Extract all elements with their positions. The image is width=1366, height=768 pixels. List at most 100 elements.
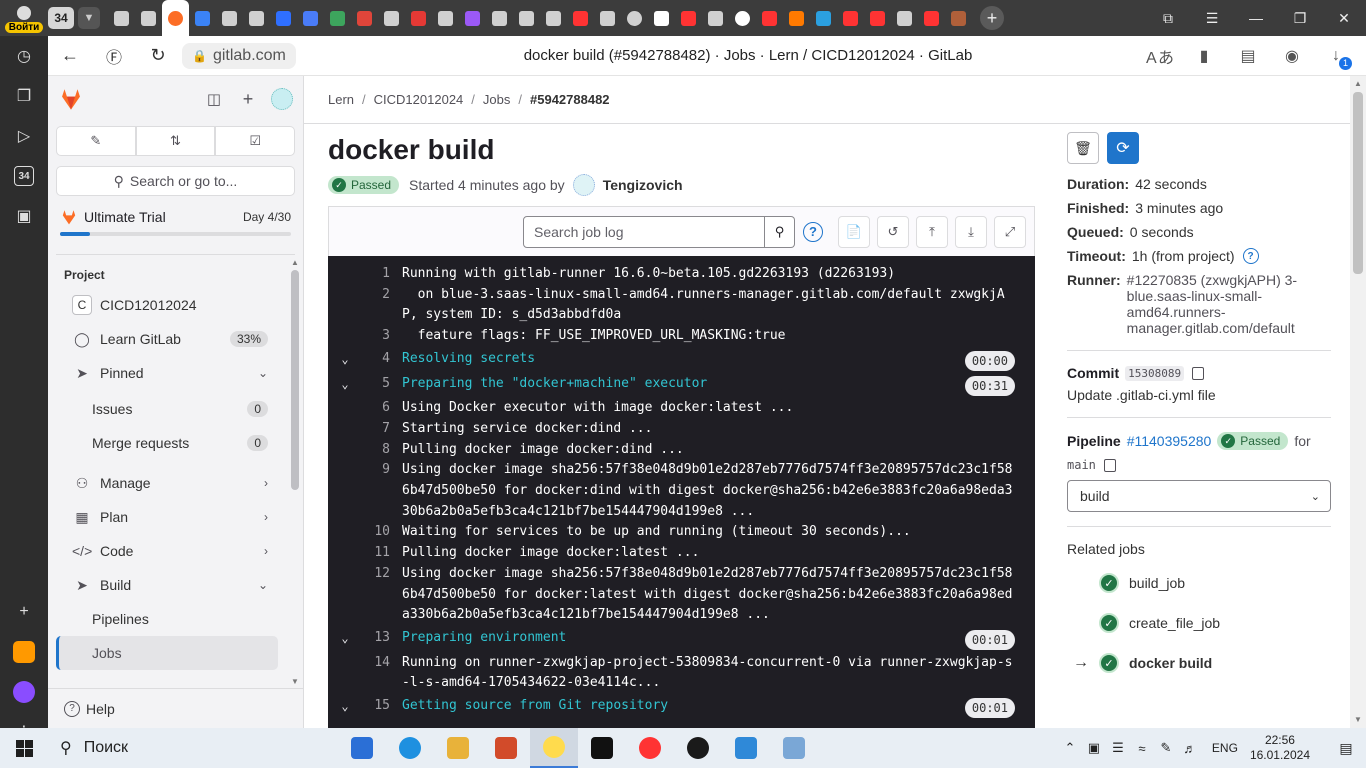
create-new-icon[interactable]: + (237, 88, 259, 110)
timeout-help-icon[interactable]: ? (1242, 248, 1259, 264)
wrap-lines-icon[interactable]: ↺ (877, 215, 909, 248)
line-number[interactable]: 6 (362, 398, 402, 419)
search-button[interactable]: ⚲ Search or go to... (56, 166, 295, 196)
browser-tab-favicon-icon[interactable] (567, 0, 594, 36)
screenshot-icon[interactable]: ▣ (0, 196, 48, 236)
breadcrumb-project[interactable]: CICD12012024 (374, 92, 464, 107)
line-number[interactable]: 2 (362, 285, 402, 326)
line-number[interactable]: 4 (362, 349, 402, 370)
play-icon[interactable]: ▷ (0, 116, 48, 156)
related-job-build-job[interactable]: ✓ build_job (1067, 563, 1350, 603)
back-icon[interactable]: ← (48, 36, 92, 76)
browser-tab-favicon-icon[interactable] (837, 0, 864, 36)
start-button[interactable] (0, 728, 48, 768)
close-window-icon[interactable]: ✕ (1322, 0, 1366, 36)
yandex-icon[interactable]: Ⓕ (92, 36, 136, 76)
fullscreen-icon[interactable]: ⤢ (994, 215, 1026, 248)
browser-tab-favicon-icon[interactable] (864, 0, 891, 36)
sidebar-item-plan[interactable]: ▦ Plan › (56, 500, 278, 534)
sidebar-item-issues[interactable]: Issues 0 (56, 392, 278, 426)
minimize-icon[interactable]: — (1234, 0, 1278, 36)
page-scrollbar[interactable]: ▲ ▼ (1350, 76, 1366, 728)
log-section-header[interactable]: ⌄ 5 Preparing the "docker+machine" executo… (328, 374, 1035, 396)
help-question-icon[interactable]: ? (803, 221, 823, 242)
browser-tab-favicon-icon[interactable] (729, 0, 756, 36)
help-button[interactable]: ? Help (48, 688, 303, 728)
line-number[interactable]: 9 (362, 460, 402, 522)
line-number[interactable]: 11 (362, 543, 402, 564)
browser-tab-favicon-icon[interactable] (108, 0, 135, 36)
scroll-bottom-icon[interactable]: ⤓ (955, 215, 987, 248)
bookmark-icon[interactable]: ▮ (1182, 36, 1226, 76)
browser-tab-favicon-icon[interactable] (810, 0, 837, 36)
sidebar-item-learn-gitlab[interactable]: ◯ Learn GitLab 33% (56, 322, 278, 356)
sidebar-scrollbar[interactable]: ▲ ▼ (289, 258, 301, 686)
pen-icon[interactable]: ✎ (1154, 740, 1178, 756)
log-section-header[interactable]: ⌄ 4 Resolving secrets 00:00 (328, 349, 1035, 371)
collapse-sidebar-icon[interactable]: ◫ (203, 88, 225, 110)
task-view-icon[interactable] (338, 728, 386, 768)
chevron-down-icon[interactable]: ⌄ (328, 696, 362, 717)
line-number[interactable]: 1 (362, 264, 402, 285)
add-panel-icon[interactable]: + (0, 592, 48, 632)
volume-icon[interactable]: ♬ (1178, 741, 1202, 756)
line-number[interactable]: 5 (362, 374, 402, 395)
mail-icon[interactable] (722, 728, 770, 768)
browser-tab-favicon-icon[interactable] (918, 0, 945, 36)
retry-button[interactable]: ⟳ (1107, 132, 1139, 164)
pipeline-link[interactable]: #1140395280 (1127, 433, 1212, 449)
mail-app-icon[interactable] (0, 632, 48, 672)
language-indicator[interactable]: ENG (1212, 741, 1238, 755)
browser-tab-favicon-icon[interactable] (891, 0, 918, 36)
browser-tab-favicon-icon[interactable] (405, 0, 432, 36)
browser-tab-favicon-icon[interactable] (621, 0, 648, 36)
pipeline-status-badge[interactable]: ✓ Passed (1217, 432, 1289, 450)
notifications-icon[interactable]: ▤ (1326, 740, 1366, 757)
sidebar-item-pinned[interactable]: ➤ Pinned ⌄ (56, 356, 278, 390)
breadcrumb-job-id[interactable]: #5942788482 (530, 92, 610, 107)
taskbar-search[interactable]: ⚲ Поиск (48, 728, 338, 768)
breadcrumb-lern[interactable]: Lern (328, 92, 354, 107)
browser-tab-favicon-icon[interactable] (459, 0, 486, 36)
browser-tab-favicon-icon[interactable] (351, 0, 378, 36)
user-avatar[interactable] (271, 88, 293, 110)
collections-sidebar-icon[interactable]: ❐ (0, 76, 48, 116)
trial-widget[interactable]: Ultimate Trial Day 4/30 (60, 208, 291, 242)
sidebar-item-pipelines[interactable]: Pipelines (56, 602, 278, 636)
chevron-down-icon[interactable]: ⌄ (328, 628, 362, 649)
browser-tab-favicon-icon[interactable] (945, 0, 972, 36)
line-number[interactable]: 15 (362, 696, 402, 717)
related-job-create-file-job[interactable]: ✓ create_file_job (1067, 603, 1350, 643)
tab-list-chevron-icon[interactable]: ▼ (78, 7, 100, 29)
related-job-docker-build[interactable]: → ✓ docker build (1067, 643, 1350, 683)
copy-icon[interactable] (1192, 366, 1205, 380)
erase-log-button[interactable]: 🗑 (1067, 132, 1099, 164)
sidebar-item-merge-requests[interactable]: Merge requests 0 (56, 426, 278, 460)
line-number[interactable]: 8 (362, 440, 402, 461)
browser-tab-favicon-icon[interactable] (216, 0, 243, 36)
collections-icon[interactable]: ⧉ (1146, 0, 1190, 36)
browser-tab-favicon-icon[interactable] (783, 0, 810, 36)
browser-tab-favicon-icon[interactable] (135, 0, 162, 36)
login-button[interactable]: Войти (0, 0, 48, 36)
notes-icon[interactable] (770, 728, 818, 768)
reader-icon[interactable]: ▤ (1226, 36, 1270, 76)
gitlab-logo-icon[interactable] (58, 86, 84, 112)
browser-tab-favicon-icon[interactable] (243, 0, 270, 36)
raw-log-icon[interactable]: 📄 (838, 215, 870, 248)
browser-tab-favicon-icon[interactable] (189, 0, 216, 36)
line-number[interactable]: 12 (362, 564, 402, 626)
browser-tab-favicon-icon[interactable] (378, 0, 405, 36)
line-number[interactable]: 3 (362, 326, 402, 347)
yandex-market-icon[interactable] (674, 728, 722, 768)
status-badge[interactable]: ✓ Passed (328, 176, 400, 194)
browser-tab-favicon-icon[interactable] (756, 0, 783, 36)
extension-icon[interactable]: ◉ (1270, 36, 1314, 76)
sidebar-item-build[interactable]: ➤ Build ⌄ (56, 568, 278, 602)
translate-icon[interactable]: A あ (1138, 36, 1182, 76)
search-log-button[interactable]: ⚲ (765, 215, 795, 248)
log-section-header[interactable]: ⌄ 15 Getting source from Git repository 00:… (328, 696, 1035, 719)
author-avatar[interactable] (572, 174, 595, 196)
breadcrumb-jobs[interactable]: Jobs (483, 92, 510, 107)
url-field[interactable]: 🔒 gitlab.com (182, 42, 296, 69)
